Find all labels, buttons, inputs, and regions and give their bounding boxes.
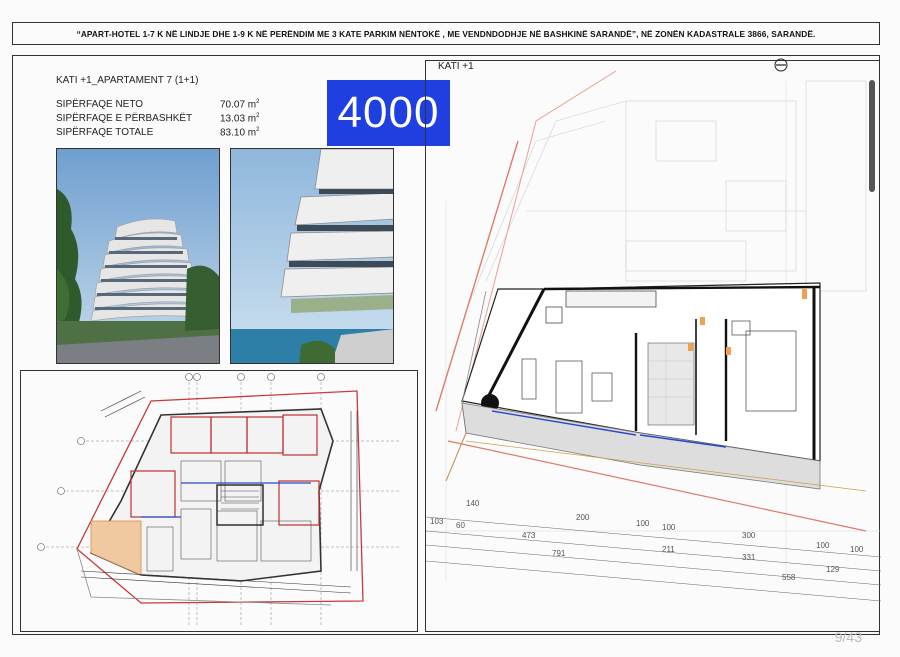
dimension-label: 558	[782, 573, 796, 582]
area-value: 13.03 m2	[220, 113, 260, 125]
dimension-label: 100	[636, 519, 650, 528]
document-sheet: “APART-HOTEL 1-7 K NË LINDJE DHE 1-9 K N…	[0, 0, 900, 657]
area-value: 83.10 m2	[220, 127, 260, 139]
area-label: SIPËRFAQE TOTALE	[56, 127, 154, 138]
floor-plan-drawing: 140 200 100 100 300 100 100 103 60 473 2…	[425, 58, 882, 632]
dimension-label: 100	[850, 545, 864, 554]
area-value: 70.07 m2	[220, 99, 260, 111]
apartment-title: KATI +1_APARTAMENT 7 (1+1)	[56, 75, 199, 86]
area-label: SIPËRFAQE NETO	[56, 99, 144, 110]
dimension-label: 791	[552, 549, 566, 558]
dimension-label: 100	[816, 541, 830, 550]
building-render-photo	[56, 148, 220, 364]
dimension-label: 103	[430, 517, 444, 526]
site-plan-drawing	[20, 370, 418, 632]
north-arrow-icon	[774, 58, 788, 72]
dimension-label: 200	[576, 513, 590, 522]
dimension-label: 473	[522, 531, 536, 540]
document-title: “APART-HOTEL 1-7 K NË LINDJE DHE 1-9 K N…	[76, 28, 816, 39]
dimension-label: 140	[466, 499, 480, 508]
area-label: SIPËRFAQE E PËRBASHKËT	[56, 113, 193, 124]
balcony-render-photo	[230, 148, 394, 364]
floor-plan-title: KATI +1	[438, 61, 474, 72]
dimension-label: 100	[662, 523, 676, 532]
dimension-label: 300	[742, 531, 756, 540]
document-header: “APART-HOTEL 1-7 K NË LINDJE DHE 1-9 K N…	[12, 22, 880, 45]
dimension-label: 60	[456, 521, 465, 530]
page-number: 9/43	[834, 629, 862, 645]
document-scrollbar[interactable]	[869, 80, 875, 192]
dimension-label: 211	[662, 545, 675, 554]
dimension-label: 331	[742, 553, 756, 562]
dimension-label: 129	[826, 565, 840, 574]
